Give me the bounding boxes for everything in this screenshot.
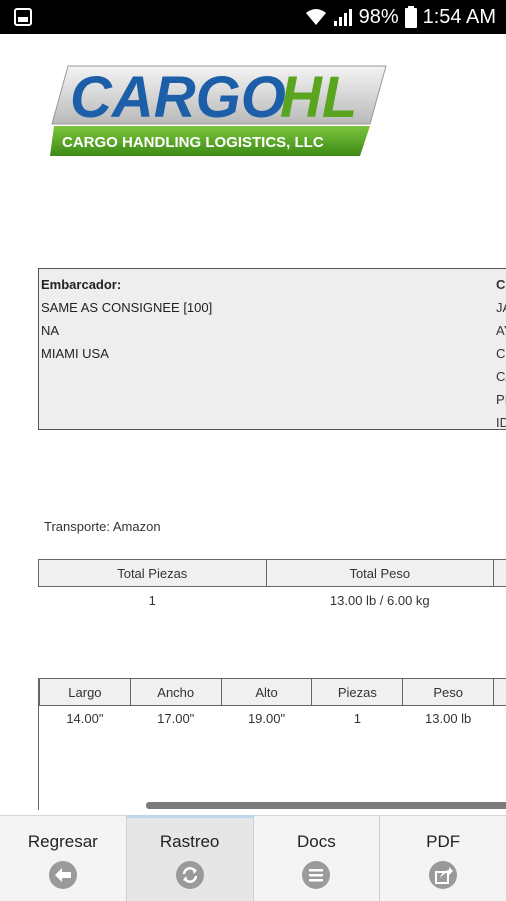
dims-cell [494, 706, 506, 731]
shipper-line: SAME AS CONSIGNEE [100] [41, 296, 212, 319]
nav-label: PDF [380, 832, 506, 852]
nav-pdf-button[interactable]: PDF [380, 816, 506, 901]
logo-tagline: CARGO HANDLING LOGISTICS, LLC [62, 134, 324, 151]
bottom-nav: Regresar Rastreo Docs PDF [0, 815, 506, 901]
dims-header-piezas: Piezas [312, 679, 403, 706]
consignee-line: AY [496, 319, 506, 342]
nav-label: Regresar [0, 832, 126, 852]
nav-docs-button[interactable]: Docs [254, 816, 381, 901]
logo-text-cargo: CARGO [70, 65, 286, 130]
consignee-line: CA [496, 365, 506, 388]
totals-extra-value [494, 587, 506, 614]
consignee-line: PI [496, 388, 506, 411]
dimensions-table-container[interactable]: Largo Ancho Alto Piezas Peso 14.00" 17.0… [38, 678, 506, 810]
nav-label: Docs [254, 832, 380, 852]
status-bar: 98% 1:54 AM [0, 0, 506, 34]
consignee-section: C JA AY CI CA PI ID [496, 273, 506, 434]
consignee-header: C [496, 273, 506, 296]
totals-header-pieces: Total Piezas [39, 560, 267, 587]
table-row: 1 13.00 lb / 6.00 kg [39, 587, 506, 614]
signal-icon [333, 7, 353, 27]
shipper-line: NA [41, 319, 212, 342]
dimensions-table: Largo Ancho Alto Piezas Peso 14.00" 17.0… [39, 678, 506, 730]
dims-cell: 17.00" [130, 706, 221, 731]
totals-weight-value: 13.00 lb / 6.00 kg [266, 587, 494, 614]
totals-table: Total Piezas Total Peso 1 13.00 lb / 6.0… [38, 559, 506, 613]
shipper-consignee-box: Embarcador: SAME AS CONSIGNEE [100] NA M… [38, 268, 506, 430]
transport-label: Transporte: Amazon [44, 519, 161, 534]
consignee-line: ID [496, 411, 506, 434]
list-icon [301, 860, 331, 890]
table-row: 14.00" 17.00" 19.00" 1 13.00 lb [40, 706, 506, 731]
nav-regresar-button[interactable]: Regresar [0, 816, 127, 901]
totals-pieces-value: 1 [39, 587, 267, 614]
consignee-line: JA [496, 296, 506, 319]
share-icon [428, 860, 458, 890]
dims-cell: 14.00" [40, 706, 131, 731]
shipper-line: MIAMI USA [41, 342, 212, 365]
dims-header-extra [494, 679, 506, 706]
nav-rastreo-button[interactable]: Rastreo [127, 816, 254, 901]
battery-icon [405, 6, 417, 28]
battery-percent: 98% [359, 6, 399, 29]
dims-header-peso: Peso [403, 679, 494, 706]
consignee-line: CI [496, 342, 506, 365]
dims-header-alto: Alto [221, 679, 312, 706]
nav-label: Rastreo [127, 832, 253, 852]
dims-cell: 19.00" [221, 706, 312, 731]
totals-header-extra [494, 560, 506, 587]
dims-header-largo: Largo [40, 679, 131, 706]
dims-header-ancho: Ancho [130, 679, 221, 706]
horizontal-scrollbar[interactable] [146, 802, 506, 809]
dims-cell: 13.00 lb [403, 706, 494, 731]
back-arrow-icon [48, 860, 78, 890]
logo-text-hl: HL [280, 65, 357, 130]
dims-cell: 1 [312, 706, 403, 731]
gallery-notification-icon [14, 8, 32, 26]
refresh-icon [175, 860, 205, 890]
wifi-icon [305, 7, 327, 27]
totals-header-weight: Total Peso [266, 560, 494, 587]
clock: 1:54 AM [423, 6, 496, 29]
shipper-section: Embarcador: SAME AS CONSIGNEE [100] NA M… [41, 273, 212, 365]
cargohl-logo: CARGO HL CARGO HANDLING LOGISTICS, LLC [48, 62, 388, 158]
shipper-header: Embarcador: [41, 273, 212, 296]
